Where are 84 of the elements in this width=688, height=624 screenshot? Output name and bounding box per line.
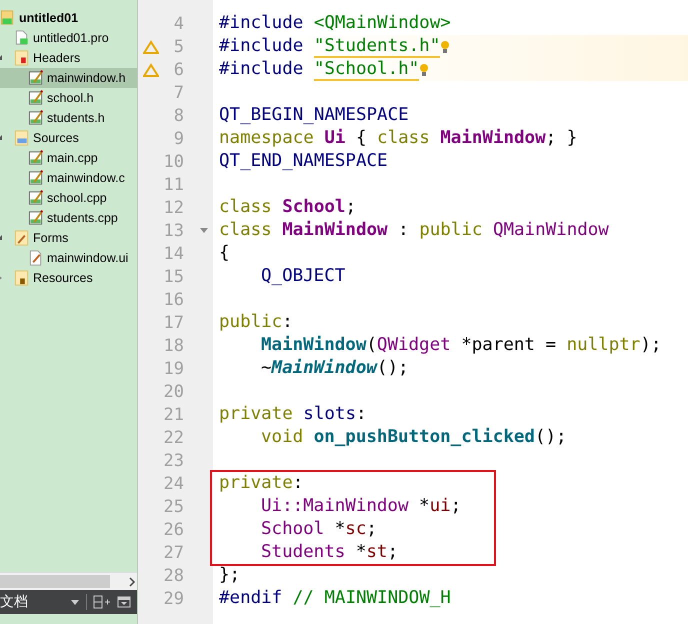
line-number: 28 — [164, 566, 184, 586]
line-number: 11 — [164, 174, 184, 194]
line-number: 19 — [164, 358, 184, 378]
fold-arrow-icon[interactable] — [200, 228, 208, 234]
form-file-icon — [28, 250, 44, 266]
file-edit-icon — [28, 170, 44, 186]
code-line: private: — [219, 472, 304, 495]
scroll-right-icon[interactable] — [127, 576, 137, 586]
code-line: QT_BEGIN_NAMESPACE — [219, 104, 409, 127]
line-number: 13 — [164, 220, 184, 240]
code-line: Students *st; — [260, 541, 398, 564]
folder-icon — [14, 50, 30, 66]
tree-item[interactable]: school.cpp — [0, 188, 137, 208]
code-line: class School; — [219, 196, 356, 219]
line-number: 7 — [174, 82, 184, 102]
project-file-icon — [0, 10, 16, 26]
line-number: 16 — [164, 290, 184, 310]
lightbulb-icon[interactable] — [419, 62, 430, 76]
tree-item[interactable]: Forms — [0, 228, 137, 248]
tree-item[interactable]: Resources — [0, 268, 137, 288]
code-line: ~MainWindow(); — [260, 357, 409, 380]
code-line: #include "School.h" — [219, 58, 420, 81]
tree-item[interactable]: untitled01.pro — [0, 28, 137, 48]
line-number: 8 — [174, 106, 184, 126]
tree-item[interactable]: main.cpp — [0, 148, 137, 168]
code-line: { — [219, 242, 230, 265]
tree-item[interactable]: school.h — [0, 88, 137, 108]
file-edit-icon — [28, 90, 44, 106]
line-number: 4 — [174, 14, 184, 34]
tree-item[interactable]: Headers — [0, 48, 137, 68]
tree-item[interactable]: mainwindow.h — [0, 68, 137, 88]
line-number: 20 — [164, 382, 184, 402]
tree-item[interactable]: untitled01 — [0, 8, 137, 28]
file-edit-icon — [28, 70, 44, 86]
line-number: 14 — [164, 244, 184, 264]
line-number: 15 — [164, 266, 184, 286]
code-line: #include <QMainWindow> — [219, 12, 451, 35]
line-number: 29 — [164, 588, 184, 608]
file-edit-icon — [28, 210, 44, 226]
code-line: }; — [219, 564, 240, 587]
line-number: 26 — [164, 520, 184, 540]
code-line: #endif // MAINWINDOW_H — [219, 587, 451, 610]
line-number: 27 — [164, 542, 184, 562]
code-line: QT_END_NAMESPACE — [219, 150, 388, 173]
line-number: 9 — [174, 128, 184, 148]
folder-icon — [14, 230, 30, 246]
dropdown-icon[interactable] — [70, 598, 80, 606]
code-line: #include "Students.h" — [219, 35, 440, 58]
documents-title: 文档 — [0, 593, 28, 611]
tree-item[interactable]: students.h — [0, 108, 137, 128]
tree-item[interactable]: mainwindow.c — [0, 168, 137, 188]
tree-item[interactable]: students.cpp — [0, 208, 137, 228]
line-number: 10 — [164, 152, 184, 172]
line-number: 23 — [164, 450, 184, 470]
line-number: 18 — [164, 336, 184, 356]
split-add-icon[interactable] — [93, 595, 111, 609]
tree-item[interactable]: mainwindow.ui — [0, 248, 137, 268]
project-file-icon — [14, 30, 30, 46]
horizontal-scrollbar[interactable] — [0, 572, 137, 590]
code-line: namespace Ui { class MainWindow; } — [219, 127, 578, 150]
code-line: MainWindow(QWidget *parent = nullptr); — [260, 334, 662, 357]
code-line: Ui::MainWindow *ui; — [260, 495, 462, 518]
lightbulb-icon[interactable] — [440, 40, 450, 54]
code-line: class MainWindow : public QMainWindow — [219, 219, 609, 242]
code-line: private slots: — [219, 403, 367, 426]
code-line: public: — [219, 311, 293, 334]
folder-icon — [14, 130, 30, 146]
line-number: 17 — [164, 312, 184, 332]
line-number: 12 — [164, 198, 184, 218]
line-number: 6 — [174, 60, 184, 80]
close-pane-icon[interactable] — [117, 596, 131, 608]
folder-icon — [14, 270, 30, 286]
tree-item[interactable]: Sources — [0, 128, 137, 148]
code-line: School *sc; — [260, 518, 377, 541]
code-line: void on_pushButton_clicked(); — [260, 426, 567, 449]
code-line: Q_OBJECT — [260, 265, 346, 288]
line-number: 22 — [164, 428, 184, 448]
line-number: 5 — [174, 36, 184, 56]
file-edit-icon — [28, 150, 44, 166]
file-edit-icon — [28, 190, 44, 206]
line-number: 25 — [164, 496, 184, 516]
line-number: 21 — [164, 404, 184, 424]
file-edit-icon — [28, 110, 44, 126]
line-number: 24 — [164, 474, 184, 494]
